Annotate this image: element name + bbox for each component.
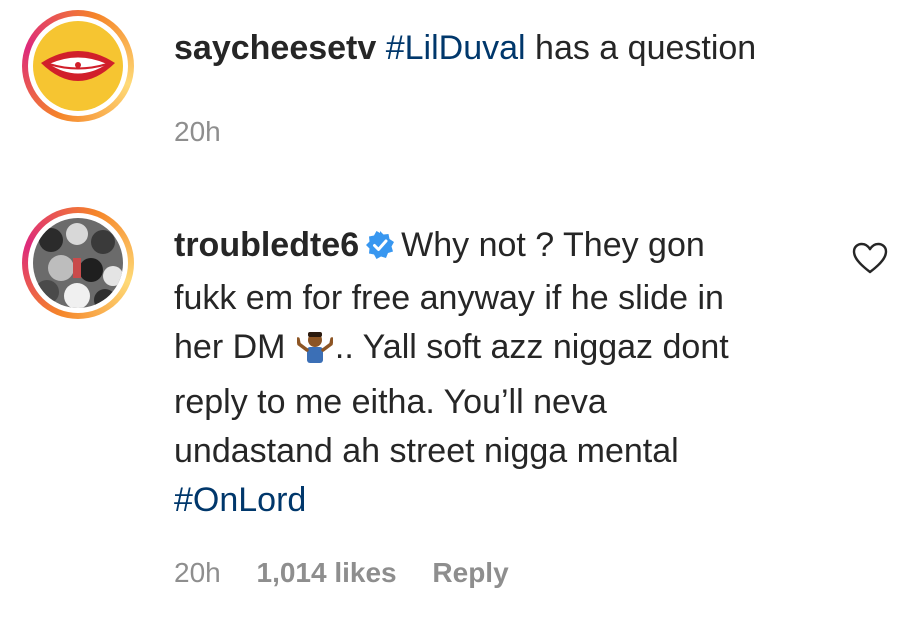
comment-body-line3a: her DM: [174, 328, 295, 366]
username[interactable]: saycheesetv: [174, 29, 376, 67]
hashtag-link[interactable]: #LilDuval: [386, 29, 526, 67]
comment-line: her DM .. Yall soft azz niggaz dont: [174, 323, 729, 378]
crowd-photo-icon: [33, 218, 123, 308]
reply-button[interactable]: Reply: [432, 557, 508, 588]
username[interactable]: troubledte6: [174, 226, 359, 264]
likes-count[interactable]: 1,014 likes: [257, 557, 397, 588]
comment-1-text: saycheesetv #LilDuval has a question: [174, 24, 756, 73]
avatar-troubledte6[interactable]: [22, 207, 134, 319]
comment-body-line5: undastand ah street nigga mental: [174, 432, 679, 470]
timestamp[interactable]: 20h: [174, 116, 221, 147]
avatar-saycheesetv[interactable]: [22, 10, 134, 122]
shrug-emoji-icon: [296, 329, 334, 378]
comment-1-meta: 20h: [174, 116, 221, 148]
comment-body-line1: Why not ? They gon: [401, 226, 705, 264]
comment-2-text: troubledte6 Why not ? They gon fukk em fo…: [174, 221, 729, 525]
timestamp[interactable]: 20h: [174, 557, 221, 588]
comment-body: has a question: [525, 29, 757, 67]
comment-body-line4: reply to me eitha. You’ll neva: [174, 383, 607, 421]
lips-logo-icon: [33, 21, 123, 111]
verified-badge-icon: [365, 225, 395, 274]
heart-icon[interactable]: [852, 242, 888, 279]
comment-body-line2: fukk em for free anyway if he slide in: [174, 279, 724, 317]
comment-2-meta: 20h 1,014 likes Reply: [174, 557, 509, 589]
comment-body-line3b: .. Yall soft azz niggaz dont: [334, 328, 729, 366]
comment-line: troubledte6 Why not ? They gon: [174, 221, 729, 274]
hashtag-link[interactable]: #OnLord: [174, 476, 729, 525]
